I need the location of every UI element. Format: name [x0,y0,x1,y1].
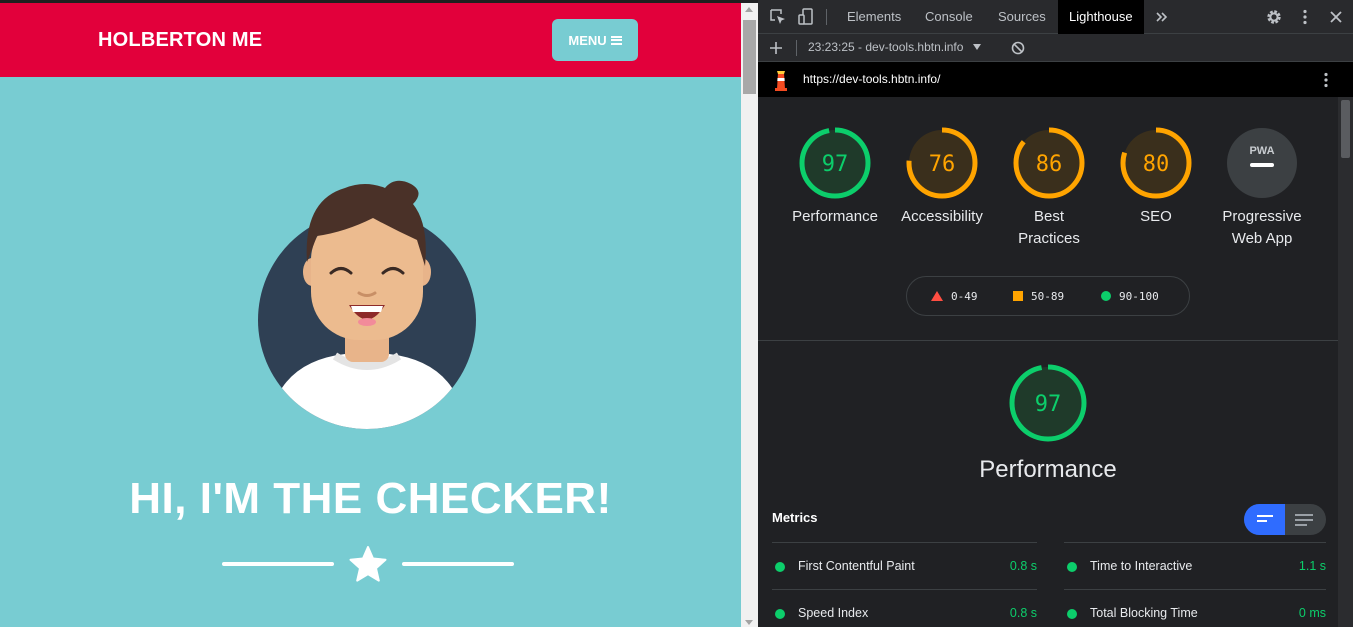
toolbar-separator [796,40,797,56]
clear-icon[interactable] [1010,40,1026,56]
scroll-up-arrow-icon[interactable] [745,7,753,12]
score-legend: 0-49 50-89 90-100 [906,276,1190,316]
gauge-accessibility[interactable]: 76 Accessibility [882,126,1002,228]
gauge-best-practices[interactable]: 86 Best Practices [989,126,1109,250]
divider-line-left [222,562,334,566]
scroll-down-arrow-icon[interactable] [745,620,753,625]
pass-circle-icon [1067,609,1077,619]
chevron-down-icon [972,44,981,50]
metric-value: 0.8 s [1009,559,1037,573]
more-tabs-icon[interactable] [1152,7,1172,27]
metric-value: 0 ms [1298,606,1326,620]
legend-fail-range: 0-49 [951,290,978,303]
pass-circle-icon [775,609,785,619]
metric-name: Total Blocking Time [1090,606,1198,620]
gauge-label: Accessibility [901,208,983,225]
report-select-value: 23:23:25 - dev-tools.hbtn.info [808,40,964,54]
hamburger-icon [610,35,622,45]
metric-name: Speed Index [798,606,869,620]
lighthouse-report: 97 Performance 76 Accessibility 86 Best … [758,97,1338,627]
report-menu-icon[interactable] [1318,71,1334,89]
performance-title: Performance [979,456,1117,483]
toggle-expanded-view[interactable] [1244,504,1285,535]
star-icon [349,546,387,582]
metric-total-blocking-time[interactable]: Total Blocking Time 0 ms [1064,589,1326,627]
circle-icon [1101,291,1111,301]
score-ring: 76 [906,127,978,199]
pass-circle-icon [775,562,785,572]
performance-score-value: 97 [1035,392,1062,417]
score-ring: 97 [799,127,871,199]
metric-value: 1.1 s [1298,559,1326,573]
legend-fail: 0-49 [931,290,978,303]
gauge-label: Progressive [1222,208,1302,225]
gauge-label-line2: Web App [1231,230,1293,247]
toolbar-separator [826,9,827,25]
score-ring: 86 [1013,127,1085,199]
pwa-badge-text: PWA [1249,145,1274,157]
hero-title: HI, I'M THE CHECKER! [129,474,612,523]
divider-line-right [402,562,514,566]
page-scrollbar-thumb[interactable] [743,20,756,94]
gauge-label: Performance [792,208,878,225]
tab-elements[interactable]: Elements [847,0,901,34]
metrics-view-toggle[interactable] [1244,504,1326,535]
site-navbar: HOLBERTON ME MENU [0,3,741,77]
triangle-icon [931,291,943,301]
metrics-title: Metrics [772,510,818,525]
report-url[interactable]: https://dev-tools.hbtn.info/ [803,72,940,86]
menu-button-label: MENU [568,32,607,48]
metric-value: 0.8 s [1009,606,1037,620]
tab-console[interactable]: Console [925,0,973,34]
gauge-seo[interactable]: 80 SEO [1096,126,1216,228]
score-value: 76 [929,152,956,177]
section-divider [758,340,1338,341]
devtools-tabbar: Elements Console Sources Lighthouse [758,0,1353,34]
lighthouse-toolbar: 23:23:25 - dev-tools.hbtn.info [758,34,1353,62]
menu-button[interactable]: MENU [552,19,638,61]
report-url-bar: https://dev-tools.hbtn.info/ [758,62,1353,97]
page-scrollbar[interactable] [741,3,758,627]
metric-speed-index[interactable]: Speed Index 0.8 s [772,589,1037,627]
website-viewport: HOLBERTON ME MENU HI, I'M THE CHECKER! [0,0,741,627]
plus-icon[interactable] [768,40,784,56]
star-divider [222,546,514,582]
score-value: 86 [1036,152,1063,177]
legend-pass-range: 90-100 [1119,290,1159,303]
report-scrollbar[interactable] [1338,97,1353,627]
report-scrollbar-thumb[interactable] [1341,100,1350,158]
devtools-panel: Elements Console Sources Lighthouse 23:2… [758,0,1353,627]
gear-icon[interactable] [1264,7,1284,27]
legend-pass: 90-100 [1101,290,1159,303]
device-toolbar-icon[interactable] [796,7,816,27]
legend-average-range: 50-89 [1031,290,1065,303]
score-value: 97 [822,152,849,177]
metric-time-to-interactive[interactable]: Time to Interactive 1.1 s [1064,542,1326,589]
gauge-label-line2: Practices [1018,230,1080,247]
tab-sources[interactable]: Sources [998,0,1046,34]
metric-name: Time to Interactive [1090,559,1193,573]
gauge-label: Best [1033,208,1064,225]
tab-lighthouse[interactable]: Lighthouse [1058,0,1144,34]
inspect-element-icon[interactable] [768,7,788,27]
metric-name: First Contentful Paint [798,559,915,573]
performance-score-gauge: 97 [1009,364,1087,442]
pass-circle-icon [1067,562,1077,572]
pwa-badge-icon: PWA [1227,128,1297,198]
avatar [258,180,476,429]
gauge-pwa[interactable]: PWA Progressive Web App [1202,126,1322,250]
square-icon [1013,291,1023,301]
kebab-menu-icon[interactable] [1295,7,1315,27]
gauge-label: SEO [1140,208,1172,225]
lighthouse-logo-icon [775,71,787,91]
close-icon[interactable] [1326,7,1346,27]
site-brand[interactable]: HOLBERTON ME [98,29,262,52]
toggle-compact-view[interactable] [1285,504,1326,535]
legend-average: 50-89 [1013,290,1064,303]
score-ring: 80 [1120,127,1192,199]
report-select[interactable]: 23:23:25 - dev-tools.hbtn.info [808,40,981,54]
metric-first-contentful-paint[interactable]: First Contentful Paint 0.8 s [772,542,1037,589]
gauge-performance[interactable]: 97 Performance [775,126,895,228]
score-value: 80 [1143,152,1170,177]
